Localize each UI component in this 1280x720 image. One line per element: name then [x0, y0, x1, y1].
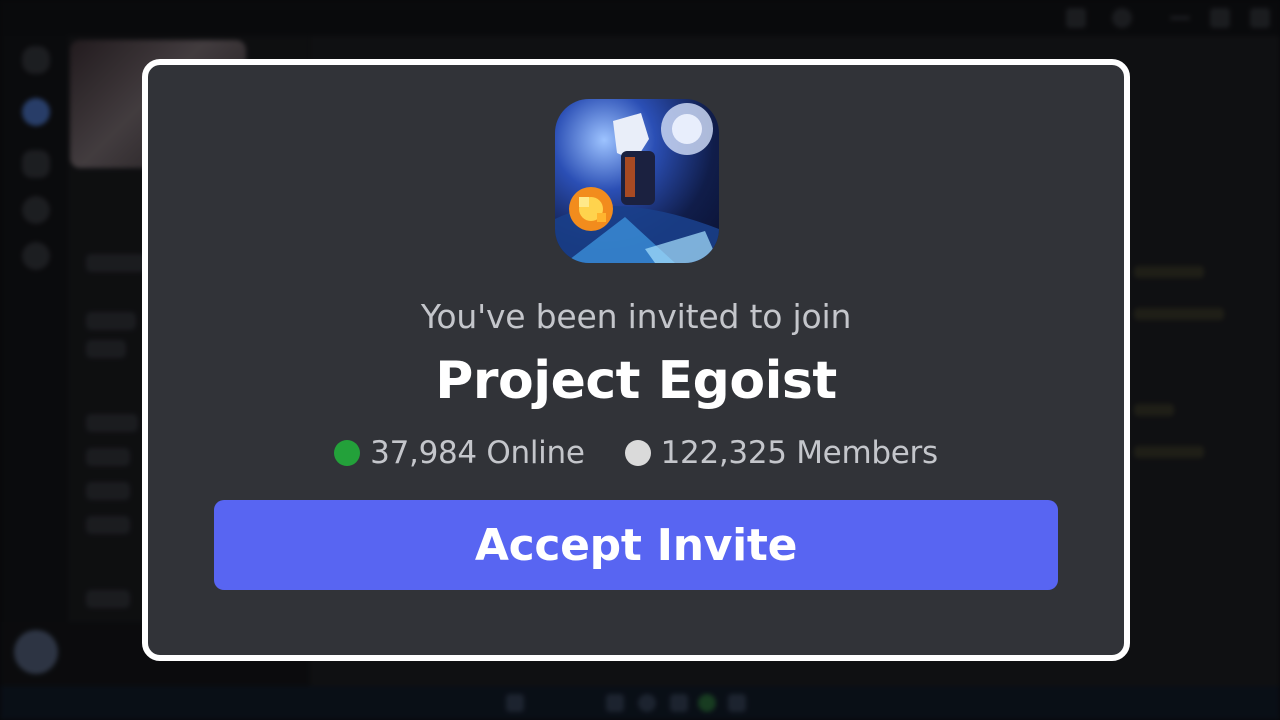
online-status-dot-icon [334, 440, 361, 466]
invite-message: You've been invited to join [420, 297, 852, 336]
server-icon [555, 99, 719, 263]
accept-invite-button[interactable]: Accept Invite [214, 500, 1058, 590]
members-status-dot-icon [624, 440, 651, 466]
members-stat: 122,325 Members [624, 435, 939, 471]
server-name: Project Egoist [435, 351, 837, 411]
server-stats: 37,984 Online 122,325 Members [148, 433, 1124, 473]
invite-modal: You've been invited to join Project Egoi… [142, 59, 1130, 661]
server-artwork-icon [555, 103, 719, 263]
member-count: 122,325 Members [660, 435, 939, 471]
online-stat: 37,984 Online [334, 435, 585, 471]
online-count: 37,984 Online [370, 435, 585, 471]
